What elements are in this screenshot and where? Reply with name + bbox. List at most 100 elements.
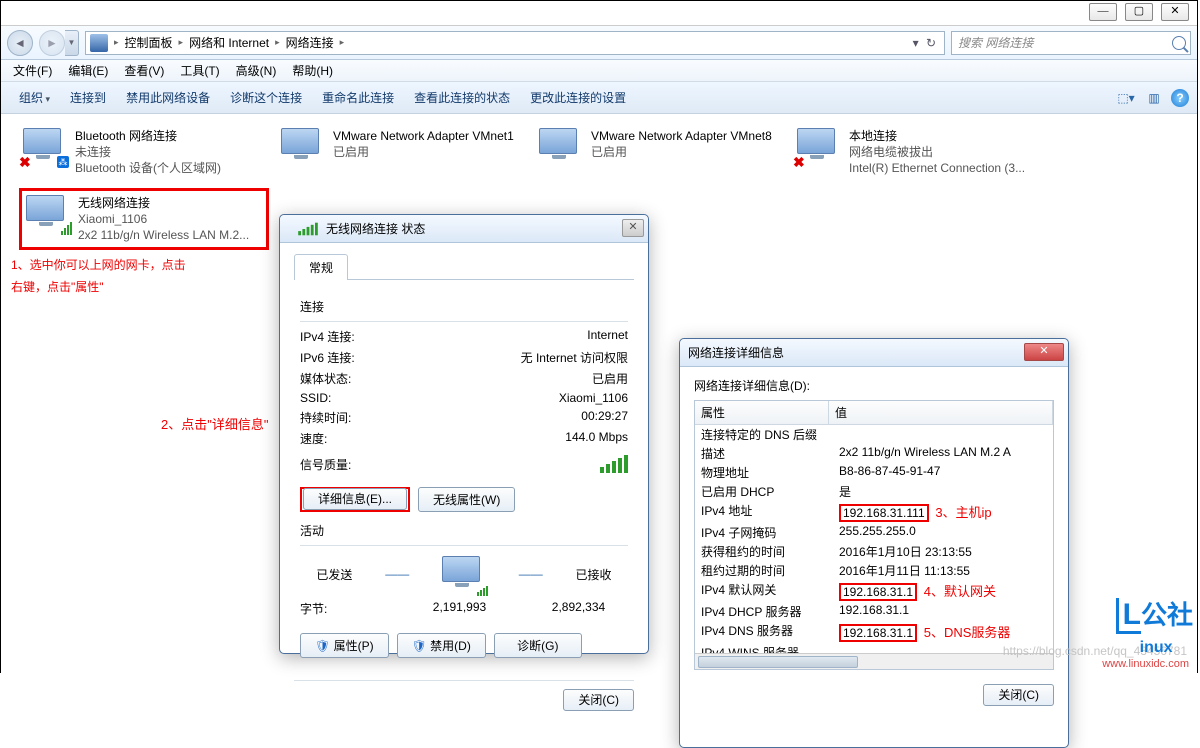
details-row[interactable]: 获得租约的时间2016年1月10日 23:13:55: [695, 542, 1053, 561]
tab-general[interactable]: 常规: [294, 254, 348, 280]
detail-key: IPv4 默认网关: [695, 581, 835, 601]
detail-value: 192.168.31.1 4、默认网关: [835, 581, 1053, 601]
status-close-button[interactable]: ✕: [622, 219, 644, 237]
detail-key: 物理地址: [695, 464, 835, 481]
detail-value: 192.168.31.1: [835, 603, 1053, 620]
status-value: 144.0 Mbps: [410, 430, 628, 447]
maximize-button[interactable]: ▢: [1125, 3, 1153, 21]
annotation-inline: 4、默认网关: [924, 584, 996, 599]
details-row[interactable]: IPv4 DNS 服务器192.168.31.1 5、DNS服务器: [695, 621, 1053, 643]
connection-details-dialog: 网络连接详细信息 ✕ 网络连接详细信息(D): 属性 值 连接特定的 DNS 后…: [679, 338, 1069, 748]
history-dropdown[interactable]: ▼: [65, 30, 79, 56]
col-property[interactable]: 属性: [695, 401, 829, 424]
disconnected-icon: ✖: [793, 154, 807, 168]
connect-to-button[interactable]: 连接到: [60, 85, 116, 110]
annotation-inline: 3、主机ip: [935, 505, 991, 520]
status-close-button-bottom[interactable]: 关闭(C): [563, 689, 634, 711]
adapter-status: 未连接: [75, 144, 221, 160]
change-settings-button[interactable]: 更改此连接的设置: [520, 85, 636, 110]
details-row[interactable]: IPv4 DHCP 服务器192.168.31.1: [695, 602, 1053, 621]
crumb-control-panel[interactable]: 控制面板: [121, 34, 177, 51]
detail-value: 192.168.31.111 3、主机ip: [835, 502, 1053, 522]
menu-advanced[interactable]: 高级(N): [230, 60, 283, 81]
close-button[interactable]: ✕: [1161, 3, 1189, 21]
adapter-item[interactable]: 无线网络连接Xiaomi_11062x2 11b/g/n Wireless LA…: [19, 188, 269, 250]
horizontal-scrollbar[interactable]: [695, 653, 1053, 669]
watermark-logo: L公社inux: [1116, 595, 1193, 658]
menu-file[interactable]: 文件(F): [7, 60, 58, 81]
adapter-item[interactable]: VMware Network Adapter VMnet8已启用: [535, 124, 785, 180]
forward-button[interactable]: ►: [39, 30, 65, 56]
preview-pane-icon[interactable]: ▥: [1143, 87, 1165, 109]
diagnose-button[interactable]: 诊断(G): [494, 633, 582, 658]
detail-value: 255.255.255.0: [835, 524, 1053, 541]
details-row[interactable]: 租约过期的时间2016年1月11日 11:13:55: [695, 561, 1053, 580]
adapter-status: 已启用: [333, 144, 514, 160]
adapter-status: 已启用: [591, 144, 772, 160]
address-bar: ◄ ► ▼ ▸ 控制面板 ▸ 网络和 Internet ▸ 网络连接 ▸ ▾ ↻…: [1, 26, 1197, 60]
diagnose-button[interactable]: 诊断这个连接: [220, 85, 312, 110]
wifi-bars-icon: [61, 222, 72, 235]
details-row[interactable]: 描述2x2 11b/g/n Wireless LAN M.2 A: [695, 444, 1053, 463]
details-table: 属性 值 连接特定的 DNS 后缀描述2x2 11b/g/n Wireless …: [694, 400, 1054, 670]
view-status-button[interactable]: 查看此连接的状态: [404, 85, 520, 110]
menu-view[interactable]: 查看(V): [118, 60, 170, 81]
detail-key: 描述: [695, 445, 835, 462]
status-key: IPv4 连接:: [300, 328, 410, 345]
minimize-button[interactable]: —: [1089, 3, 1117, 21]
details-row[interactable]: IPv4 地址192.168.31.111 3、主机ip: [695, 501, 1053, 523]
detail-key: 租约过期的时间: [695, 562, 835, 579]
organize-button[interactable]: 组织: [9, 85, 60, 110]
monitor-icon: [23, 128, 61, 154]
adapter-item[interactable]: VMware Network Adapter VMnet1已启用: [277, 124, 527, 180]
monitor-icon: [539, 128, 577, 154]
help-icon[interactable]: ?: [1171, 89, 1189, 107]
disable-device-button[interactable]: 禁用此网络设备: [116, 85, 220, 110]
details-row[interactable]: 连接特定的 DNS 后缀: [695, 425, 1053, 444]
back-button[interactable]: ◄: [7, 30, 33, 56]
crumb-network-internet[interactable]: 网络和 Internet: [185, 34, 273, 51]
crumb-network-connections[interactable]: 网络连接: [282, 34, 338, 51]
details-row[interactable]: IPv4 子网掩码255.255.255.0: [695, 523, 1053, 542]
dialog-title: 无线网络连接 状态: [326, 220, 425, 237]
annotation-2: 2、点击"详细信息": [161, 414, 268, 436]
adapter-item[interactable]: ✖⁂Bluetooth 网络连接未连接Bluetooth 设备(个人区域网): [19, 124, 269, 180]
wifi-status-dialog: 无线网络连接 状态 ✕ 常规 连接 IPv4 连接:InternetIPv6 连…: [279, 214, 649, 654]
details-button[interactable]: 详细信息(E)...: [303, 488, 407, 510]
sent-arrows-icon: ——: [385, 567, 409, 581]
details-close-button-bottom[interactable]: 关闭(C): [983, 684, 1054, 706]
details-row[interactable]: 物理地址B8-86-87-45-91-47: [695, 463, 1053, 482]
watermark-url: www.linuxidc.com: [1102, 658, 1189, 670]
received-label: 已接收: [576, 566, 612, 583]
details-close-button[interactable]: ✕: [1024, 343, 1064, 361]
wireless-properties-button[interactable]: 无线属性(W): [418, 487, 515, 512]
refresh-icon[interactable]: ↻: [926, 36, 936, 50]
menu-tools[interactable]: 工具(T): [174, 60, 225, 81]
properties-button[interactable]: 🛡 属性(P): [300, 633, 389, 658]
bytes-sent-value: 2,191,993: [410, 600, 509, 617]
detail-value: [835, 426, 1053, 443]
detail-key: 连接特定的 DNS 后缀: [695, 426, 835, 443]
detail-key: 已启用 DHCP: [695, 483, 835, 500]
address-dropdown-icon[interactable]: ▾: [913, 36, 919, 50]
details-row[interactable]: IPv4 默认网关192.168.31.1 4、默认网关: [695, 580, 1053, 602]
view-mode-icon[interactable]: ⬚▾: [1115, 87, 1137, 109]
breadcrumb[interactable]: ▸ 控制面板 ▸ 网络和 Internet ▸ 网络连接 ▸ ▾ ↻: [85, 31, 945, 55]
adapter-item[interactable]: ✖本地连接网络电缆被拔出Intel(R) Ethernet Connection…: [793, 124, 1043, 180]
detail-value: 是: [835, 483, 1053, 500]
window-titlebar: — ▢ ✕: [1, 1, 1197, 26]
adapter-title: VMware Network Adapter VMnet1: [333, 128, 514, 144]
rename-button[interactable]: 重命名此连接: [312, 85, 404, 110]
menu-edit[interactable]: 编辑(E): [62, 60, 114, 81]
wifi-icon: [298, 222, 318, 235]
search-input[interactable]: 搜索 网络连接: [951, 31, 1191, 55]
monitor-icon: [281, 128, 319, 154]
adapter-device: Bluetooth 设备(个人区域网): [75, 160, 221, 176]
detail-key: IPv4 地址: [695, 502, 835, 522]
col-value[interactable]: 值: [829, 401, 1053, 424]
disable-button[interactable]: 🛡 禁用(D): [397, 633, 486, 658]
details-row[interactable]: 已启用 DHCP是: [695, 482, 1053, 501]
menu-help[interactable]: 帮助(H): [286, 60, 339, 81]
signal-bars-icon: [600, 455, 628, 473]
status-key: 持续时间:: [300, 409, 410, 426]
